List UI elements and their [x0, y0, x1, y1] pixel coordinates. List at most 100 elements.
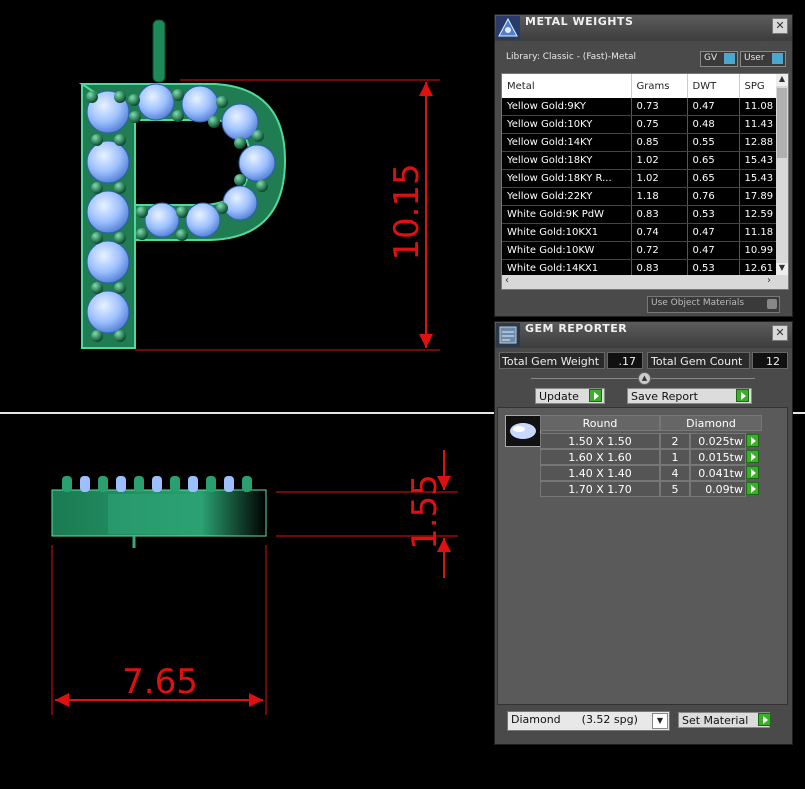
- metal-cell-grams: 0.73: [631, 98, 688, 116]
- metal-table-container[interactable]: Metal Grams DWT SPG Yellow Gold:9KY 0.73 0…: [501, 73, 789, 290]
- gem-row-arrow-icon[interactable]: [746, 450, 759, 463]
- prong-bead: [114, 182, 126, 194]
- metal-row[interactable]: White Gold:10KX1 0.74 0.47 11.18: [502, 223, 788, 242]
- dimension-thickness-label: 1.55: [405, 474, 445, 550]
- metal-row[interactable]: Yellow Gold:22KY 1.18 0.76 17.89: [502, 187, 788, 206]
- gem-weight: 0.09tw: [690, 481, 746, 497]
- col-metal[interactable]: Metal: [502, 74, 632, 98]
- metal-weights-panel: METAL WEIGHTS ✕ Library: Classic - (Fast…: [494, 14, 793, 317]
- diamond-stone: [137, 83, 175, 121]
- prong-bead: [176, 229, 188, 241]
- prong-bead: [114, 330, 126, 342]
- metal-cell-grams: 1.02: [631, 151, 688, 170]
- metal-cell-metal: Yellow Gold:18KY R...: [502, 169, 632, 188]
- metal-cell-dwt: 0.55: [687, 133, 740, 152]
- gv-toggle[interactable]: GV: [700, 51, 738, 67]
- gem-weight: 0.015tw: [690, 449, 746, 465]
- diamond-stone: [86, 190, 130, 234]
- metal-weights-title: METAL WEIGHTS: [525, 15, 634, 28]
- metal-row[interactable]: White Gold:10KW 0.72 0.47 10.99: [502, 241, 788, 260]
- round-gem-icon[interactable]: [505, 415, 541, 447]
- prong-bead: [136, 228, 148, 240]
- metal-cell-metal: White Gold:10KX1: [502, 223, 632, 242]
- prong-bead: [172, 89, 184, 101]
- prong-bead: [91, 232, 103, 244]
- prong-bead: [234, 137, 246, 149]
- metal-cell-dwt: 0.65: [687, 169, 740, 188]
- side-prong: [116, 476, 126, 492]
- dropdown-chevron-icon[interactable]: ▼: [652, 713, 668, 729]
- metal-cell-grams: 1.02: [631, 169, 688, 188]
- prong-bead: [114, 282, 126, 294]
- prong-bead: [129, 111, 141, 123]
- metal-row[interactable]: Yellow Gold:14KY 0.85 0.55 12.88: [502, 133, 788, 152]
- metal-cell-grams: 0.85: [631, 133, 688, 152]
- side-prong: [62, 476, 72, 492]
- library-label: Library: Classic - (Fast)-Metal: [506, 52, 637, 62]
- prong-bead: [114, 232, 126, 244]
- material-select[interactable]: Diamond (3.52 spg) ▼: [507, 711, 670, 731]
- metal-table: Metal Grams DWT SPG Yellow Gold:9KY 0.73 0…: [502, 74, 788, 289]
- side-prong: [224, 476, 234, 492]
- col-grams[interactable]: Grams: [631, 74, 688, 98]
- metal-cell-metal: White Gold:9K PdW: [502, 205, 632, 224]
- pendant-side-view: [51, 476, 267, 548]
- set-material-arrow-icon[interactable]: [758, 713, 771, 726]
- scroll-left-icon[interactable]: ‹: [505, 275, 509, 286]
- prong-bead: [91, 134, 103, 146]
- gem-row-arrow-icon[interactable]: [746, 434, 759, 447]
- total-gem-count-label: Total Gem Count: [647, 352, 750, 369]
- diamond-stone: [222, 185, 258, 221]
- set-material-button[interactable]: Set Material: [678, 712, 770, 728]
- metal-hscrollbar[interactable]: ‹ ›: [502, 275, 788, 289]
- gem-list-area[interactable]: Round Diamond 1.50 X 1.50 2 0.025tw 1.60 X …: [497, 407, 788, 705]
- user-toggle-icon: [772, 53, 783, 64]
- prong-bead: [91, 182, 103, 194]
- metal-weights-icon: [496, 16, 520, 40]
- gem-row-arrow-icon[interactable]: [746, 466, 759, 479]
- gem-weight: 0.025tw: [690, 433, 746, 449]
- use-object-materials-toggle[interactable]: Use Object Materials: [647, 296, 780, 313]
- diamond-stone: [185, 202, 221, 238]
- prong-bead: [91, 330, 103, 342]
- prong-bead: [234, 174, 246, 186]
- material-header: Diamond: [660, 415, 762, 431]
- metal-row[interactable]: White Gold:9K PdW 0.83 0.53 12.59: [502, 205, 788, 224]
- gem-reporter-titlebar[interactable]: GEM REPORTER ✕: [495, 322, 792, 348]
- scroll-down-icon[interactable]: ▼: [776, 263, 788, 275]
- metal-row[interactable]: Yellow Gold:18KY R... 1.02 0.65 15.43: [502, 169, 788, 188]
- save-report-button[interactable]: Save Report: [627, 388, 752, 404]
- gem-row-arrow-icon[interactable]: [746, 482, 759, 495]
- metal-row[interactable]: Yellow Gold:10KY 0.75 0.48 11.43: [502, 115, 788, 134]
- metal-cell-metal: Yellow Gold:22KY: [502, 187, 632, 206]
- collapse-icon[interactable]: ▲: [638, 372, 651, 385]
- metal-weights-close-icon[interactable]: ✕: [772, 18, 788, 34]
- update-arrow-icon[interactable]: [589, 389, 602, 402]
- side-prong: [206, 476, 216, 492]
- gem-size: 1.50 X 1.50: [540, 433, 660, 449]
- diamond-stone: [86, 240, 130, 284]
- gem-reporter-title: GEM REPORTER: [525, 322, 628, 335]
- diamond-stone: [144, 202, 180, 238]
- prong-bead: [114, 91, 126, 103]
- scroll-up-icon[interactable]: ▲: [776, 74, 788, 86]
- scroll-thumb[interactable]: [777, 88, 787, 158]
- save-report-arrow-icon[interactable]: [736, 389, 749, 402]
- side-prong: [98, 476, 108, 492]
- gem-reporter-close-icon[interactable]: ✕: [772, 325, 788, 341]
- prong-bead: [208, 116, 220, 128]
- scroll-right-icon[interactable]: ›: [767, 275, 771, 286]
- pendant-front-view: [78, 19, 287, 349]
- metal-vscrollbar[interactable]: ▲ ▼: [776, 74, 788, 275]
- total-gem-weight-label: Total Gem Weight: [499, 352, 605, 369]
- metal-weights-titlebar[interactable]: METAL WEIGHTS ✕: [495, 15, 792, 41]
- metal-cell-metal: Yellow Gold:9KY: [502, 98, 632, 116]
- metal-row[interactable]: Yellow Gold:9KY 0.73 0.47 11.08: [502, 98, 788, 116]
- metal-row[interactable]: Yellow Gold:18KY 1.02 0.65 15.43: [502, 151, 788, 170]
- prong-bead: [216, 96, 228, 108]
- metal-cell-grams: 0.72: [631, 241, 688, 260]
- metal-cell-dwt: 0.76: [687, 187, 740, 206]
- user-toggle[interactable]: User: [740, 51, 786, 67]
- prong-bead: [172, 110, 184, 122]
- col-dwt[interactable]: DWT: [687, 74, 740, 98]
